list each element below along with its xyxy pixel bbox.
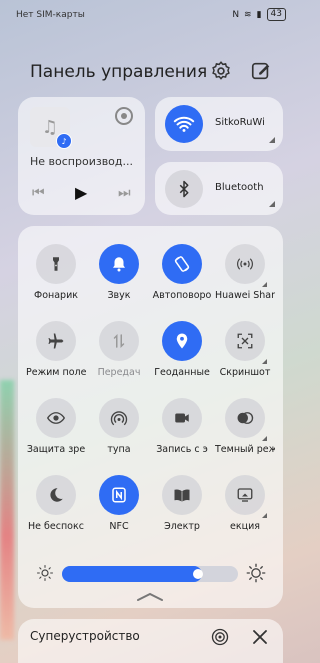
expand-corner-icon[interactable]	[262, 436, 267, 441]
expand-corner-icon[interactable]	[262, 359, 267, 364]
toggle-tile[interactable]: Звук	[89, 244, 149, 301]
toggle-label: Фонарик	[34, 290, 78, 301]
toggle-label: Звук	[107, 290, 131, 301]
carrier-label: Нет SIM-карты	[16, 10, 85, 20]
wifi-status-icon: ≋	[244, 9, 252, 20]
toggle-tile[interactable]: Фонарик	[26, 244, 86, 301]
brightness-slider[interactable]	[62, 566, 238, 582]
flashlight-icon[interactable]	[36, 244, 76, 284]
radar-icon[interactable]	[210, 627, 230, 647]
bluetooth-label: Bluetooth	[215, 182, 264, 193]
wifi-network-label: SitkoRuWi	[215, 117, 265, 128]
toggle-label: Автоповоро	[152, 290, 212, 301]
expand-corner-icon[interactable]	[262, 282, 267, 287]
dark-mode-icon[interactable]	[225, 398, 265, 438]
toggle-label: екция	[230, 521, 260, 532]
quick-toggles-panel: Фонарик Звук Автоповоро Huawei Shar Режим по…	[18, 226, 283, 608]
previous-icon[interactable]: ⏮	[32, 185, 45, 201]
toggle-label: Не беспокс	[28, 521, 84, 532]
page-title: Панель управления	[30, 62, 208, 82]
toggle-label: NFC	[109, 521, 129, 532]
toggle-label: Запись с э	[156, 444, 208, 455]
wifi-toggle-card[interactable]: SitkoRuWi	[155, 97, 283, 151]
toggle-tile[interactable]: Запись с э	[152, 398, 212, 455]
toggle-label: Защита зре	[26, 444, 86, 455]
toggle-label: Скриншот	[219, 367, 271, 378]
expand-corner-icon[interactable]	[262, 513, 267, 518]
expand-corner-icon[interactable]	[269, 201, 275, 207]
settings-icon[interactable]	[210, 60, 232, 82]
toggle-tile[interactable]: Автоповоро	[152, 244, 212, 301]
toggle-label: Электр	[164, 521, 200, 532]
toggle-label: Передач	[97, 367, 141, 378]
toggle-label: Темный реж	[215, 444, 275, 455]
close-icon[interactable]	[252, 629, 268, 645]
toggle-tile[interactable]: Геоданные	[152, 321, 212, 378]
hotspot-icon[interactable]	[99, 398, 139, 438]
next-icon[interactable]: ⏭	[118, 185, 131, 201]
airplane-icon[interactable]	[36, 321, 76, 361]
toggle-label: Режим поле	[26, 367, 86, 378]
collapse-chevron-icon[interactable]	[136, 592, 164, 602]
superdevice-card[interactable]: Суперустройство	[18, 619, 283, 663]
screenshot-icon[interactable]	[225, 321, 265, 361]
brightness-knob[interactable]	[193, 569, 203, 579]
edit-icon[interactable]	[250, 60, 272, 82]
screen-record-icon[interactable]	[162, 398, 202, 438]
audio-output-icon[interactable]	[115, 107, 133, 125]
bluetooth-icon[interactable]	[165, 170, 203, 208]
music-app-icon: ♪	[56, 133, 72, 149]
toggle-tile[interactable]: NFC	[89, 475, 149, 532]
toggle-tile[interactable]: Скриншот	[215, 321, 275, 378]
toggle-tile[interactable]: Не беспокс	[26, 475, 86, 532]
eye-icon[interactable]	[36, 398, 76, 438]
status-icons: N ≋ ▮ 43	[232, 8, 286, 21]
brightness-low-icon	[36, 564, 54, 582]
brightness-fill	[62, 566, 202, 582]
media-title: Не воспроизвод...	[30, 155, 134, 168]
toggle-tile[interactable]: Режим поле	[26, 321, 86, 378]
media-player-card[interactable]: ♫ ♪ Не воспроизвод... ⏮ ▶ ⏭	[18, 97, 145, 215]
battery-indicator: 43	[266, 8, 286, 21]
wallpaper-edge	[0, 380, 14, 640]
ebook-icon[interactable]	[162, 475, 202, 515]
bluetooth-toggle-card[interactable]: Bluetooth	[155, 162, 283, 215]
toggle-label: Геоданные	[154, 367, 210, 378]
toggle-label: Huawei Shar	[215, 290, 275, 301]
brightness-high-icon	[246, 563, 266, 583]
toggle-tile[interactable]: Защита зре	[26, 398, 86, 455]
toggle-tile[interactable]: Темный реж	[215, 398, 275, 455]
toggle-tile[interactable]: екция	[215, 475, 275, 532]
bell-icon[interactable]	[99, 244, 139, 284]
data-transfer-icon[interactable]	[99, 321, 139, 361]
toggle-tile[interactable]: Huawei Shar	[215, 244, 275, 301]
moon-icon[interactable]	[36, 475, 76, 515]
rotate-icon[interactable]	[162, 244, 202, 284]
nfc-status-icon: N	[232, 9, 240, 20]
status-bar: Нет SIM-карты N ≋ ▮ 43	[0, 0, 300, 30]
battery-saver-icon: ▮	[256, 9, 262, 20]
toggle-label: тупа	[107, 444, 131, 455]
expand-corner-icon[interactable]	[269, 137, 275, 143]
superdevice-title: Суперустройство	[30, 629, 140, 643]
share-icon[interactable]	[225, 244, 265, 284]
nfc-icon[interactable]	[99, 475, 139, 515]
play-icon[interactable]: ▶	[75, 183, 87, 202]
toggle-tile[interactable]: тупа	[89, 398, 149, 455]
toggle-tile[interactable]: Электр	[152, 475, 212, 532]
projection-icon[interactable]	[225, 475, 265, 515]
location-icon[interactable]	[162, 321, 202, 361]
wifi-icon[interactable]	[165, 105, 203, 143]
toggle-tile[interactable]: Передач	[89, 321, 149, 378]
